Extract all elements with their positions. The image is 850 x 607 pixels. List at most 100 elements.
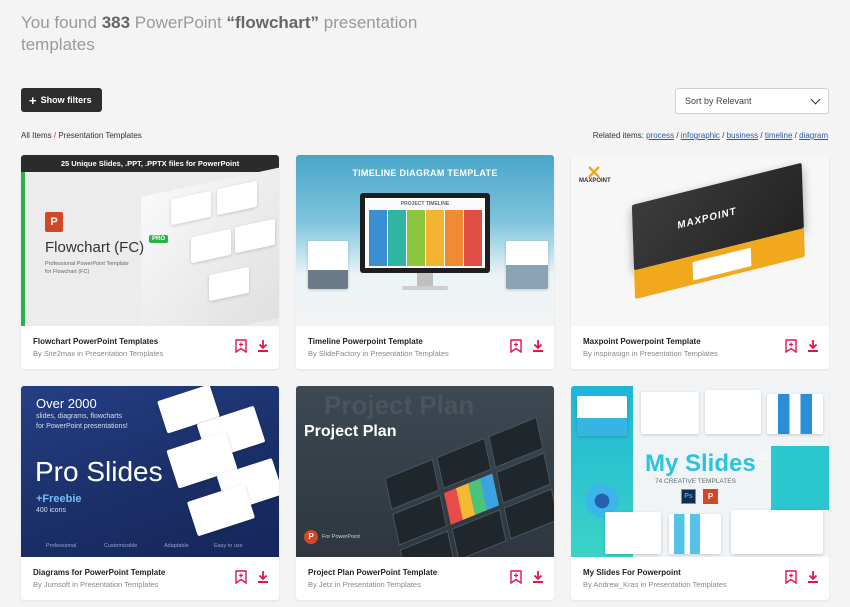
powerpoint-icon: P bbox=[45, 212, 63, 232]
download-icon[interactable] bbox=[807, 570, 819, 584]
thumb-monitor-base bbox=[402, 286, 448, 290]
thumb-slide bbox=[308, 241, 348, 289]
thumb-screen-label: PROJECT TIMELINE bbox=[400, 201, 450, 207]
sort-select-value: Sort by Relevant bbox=[685, 96, 752, 106]
card-author: By Andrew_Kras in Presentation Templates bbox=[583, 580, 727, 589]
thumb-freebie: +Freebie bbox=[36, 493, 82, 505]
template-card[interactable]: MAXPOINT MAXPOINT Maxpoint Powerpoint Te… bbox=[571, 155, 829, 369]
thumb-slide bbox=[186, 483, 256, 537]
related-link-timeline[interactable]: timeline bbox=[765, 131, 793, 140]
related-label: Related items: bbox=[592, 131, 644, 140]
thumb-number: 01 bbox=[759, 452, 770, 462]
thumb-feature: Easy to use bbox=[214, 543, 243, 549]
thumb-slide bbox=[506, 241, 548, 289]
show-filters-label: Show filters bbox=[40, 95, 92, 105]
related-link-process[interactable]: process bbox=[646, 131, 674, 140]
download-icon[interactable] bbox=[532, 339, 544, 353]
thumb-ghost-text: Project Plan bbox=[324, 390, 475, 420]
bookmark-icon[interactable] bbox=[510, 570, 522, 584]
thumb-slide bbox=[605, 512, 661, 554]
title-mid: PowerPoint bbox=[134, 13, 222, 32]
template-card[interactable]: Over 2000 slides, diagrams, flowcharts f… bbox=[21, 386, 279, 600]
thumb-right-block bbox=[771, 446, 829, 510]
bookmark-icon[interactable] bbox=[235, 339, 247, 353]
thumb-heading: Pro Slides bbox=[35, 456, 163, 487]
card-author: By SlideFactory in Presentation Template… bbox=[308, 349, 449, 358]
show-filters-button[interactable]: + Show filters bbox=[21, 88, 102, 112]
thumb-accent-bar bbox=[21, 172, 25, 326]
thumb-sub1: Professional PowerPoint Template bbox=[45, 261, 129, 267]
breadcrumb-all-items[interactable]: All Items bbox=[21, 131, 52, 140]
thumb-heading: Project Plan bbox=[304, 423, 397, 440]
thumb-line1: Over 2000 bbox=[36, 396, 97, 411]
bookmark-icon[interactable] bbox=[785, 339, 797, 353]
card-title[interactable]: Flowchart PowerPoint Templates bbox=[33, 337, 158, 346]
thumb-icons: 400 icons bbox=[36, 507, 66, 514]
sort-select[interactable]: Sort by Relevant bbox=[675, 88, 829, 114]
breadcrumb-current[interactable]: Presentation Templates bbox=[58, 131, 141, 140]
thumb-device: MAXPOINT bbox=[631, 162, 805, 308]
thumb-sub2: for Flowchart (FC) bbox=[45, 269, 90, 275]
card-title[interactable]: Timeline Powerpoint Template bbox=[308, 337, 423, 346]
maxpoint-logo-icon bbox=[588, 166, 600, 178]
thumb-slide bbox=[641, 392, 699, 434]
card-thumbnail[interactable]: My Slides 74 CREATIVE TEMPLATES Ps P 01 bbox=[571, 386, 829, 557]
card-author: By Jetz in Presentation Templates bbox=[308, 580, 421, 589]
title-prefix: You found bbox=[21, 13, 97, 32]
bookmark-icon[interactable] bbox=[785, 570, 797, 584]
download-icon[interactable] bbox=[807, 339, 819, 353]
card-author: By inspirasign in Presentation Templates bbox=[583, 349, 718, 358]
card-thumbnail[interactable]: TIMELINE DIAGRAM TEMPLATE PROJECT TIMELI… bbox=[296, 155, 554, 326]
thumb-feature: Adaptable bbox=[164, 543, 189, 549]
card-author: By Jumsoft in Presentation Templates bbox=[33, 580, 159, 589]
template-card[interactable]: TIMELINE DIAGRAM TEMPLATE PROJECT TIMELI… bbox=[296, 155, 554, 369]
template-card[interactable]: My Slides 74 CREATIVE TEMPLATES Ps P 01 … bbox=[571, 386, 829, 600]
thumb-line2: slides, diagrams, flowcharts bbox=[36, 413, 122, 420]
thumb-slide bbox=[669, 514, 721, 554]
thumb-slides bbox=[384, 415, 554, 557]
thumb-banner-text: 25 Unique Slides, .PPT, .PPTX files for … bbox=[60, 159, 240, 168]
thumb-line3: for PowerPoint presentations! bbox=[36, 423, 128, 430]
card-title[interactable]: Diagrams for PowerPoint Template bbox=[33, 568, 165, 577]
bookmark-icon[interactable] bbox=[235, 570, 247, 584]
related-link-infographic[interactable]: infographic bbox=[681, 131, 720, 140]
chevron-down-icon bbox=[810, 94, 821, 104]
plus-icon: + bbox=[29, 92, 37, 108]
thumb-sub: 74 CREATIVE TEMPLATES bbox=[655, 478, 736, 485]
thumb-monitor-screen: PROJECT TIMELINE bbox=[365, 198, 485, 268]
thumb-slide bbox=[767, 394, 823, 434]
thumb-feature: Customizable bbox=[104, 543, 138, 549]
card-title[interactable]: Maxpoint Powerpoint Template bbox=[583, 337, 701, 346]
thumb-heading: My Slides bbox=[645, 450, 756, 477]
thumb-badge: P bbox=[703, 489, 718, 504]
template-card[interactable]: Project Plan Project Plan P For PowerPoi… bbox=[296, 386, 554, 600]
download-icon[interactable] bbox=[532, 570, 544, 584]
download-icon[interactable] bbox=[257, 339, 269, 353]
download-icon[interactable] bbox=[257, 570, 269, 584]
result-count: 383 bbox=[101, 13, 131, 32]
card-author: By Site2max in Presentation Templates bbox=[33, 349, 164, 358]
thumb-feature: Professional bbox=[46, 543, 77, 549]
card-title[interactable]: Project Plan PowerPoint Template bbox=[308, 568, 437, 577]
thumb-badge: Ps bbox=[681, 489, 696, 504]
breadcrumb: All Items / Presentation Templates bbox=[21, 131, 142, 140]
card-thumbnail[interactable]: Project Plan Project Plan P For PowerPoi… bbox=[296, 386, 554, 557]
page-title: You found 383 PowerPoint “flowchart” pre… bbox=[21, 12, 441, 56]
thumb-heading: TIMELINE DIAGRAM TEMPLATE bbox=[352, 168, 498, 178]
card-thumbnail[interactable]: 25 Unique Slides, .PPT, .PPTX files for … bbox=[21, 155, 279, 326]
search-query: “flowchart” bbox=[226, 13, 320, 32]
card-thumbnail[interactable]: MAXPOINT MAXPOINT bbox=[571, 155, 829, 326]
card-thumbnail[interactable]: Over 2000 slides, diagrams, flowcharts f… bbox=[21, 386, 279, 557]
powerpoint-icon: P bbox=[304, 530, 318, 544]
thumb-pro-badge: PRO bbox=[149, 235, 169, 243]
thumb-monitor-stand bbox=[417, 273, 433, 287]
thumb-logo: MAXPOINT bbox=[579, 178, 611, 184]
related-link-business[interactable]: business bbox=[727, 131, 759, 140]
related-items: Related items: process / infographic / b… bbox=[592, 131, 828, 140]
related-link-diagram[interactable]: diagram bbox=[799, 131, 828, 140]
thumb-slide bbox=[577, 396, 627, 436]
card-title[interactable]: My Slides For Powerpoint bbox=[583, 568, 681, 577]
thumb-slide bbox=[705, 390, 761, 434]
bookmark-icon[interactable] bbox=[510, 339, 522, 353]
template-card[interactable]: 25 Unique Slides, .PPT, .PPTX files for … bbox=[21, 155, 279, 369]
